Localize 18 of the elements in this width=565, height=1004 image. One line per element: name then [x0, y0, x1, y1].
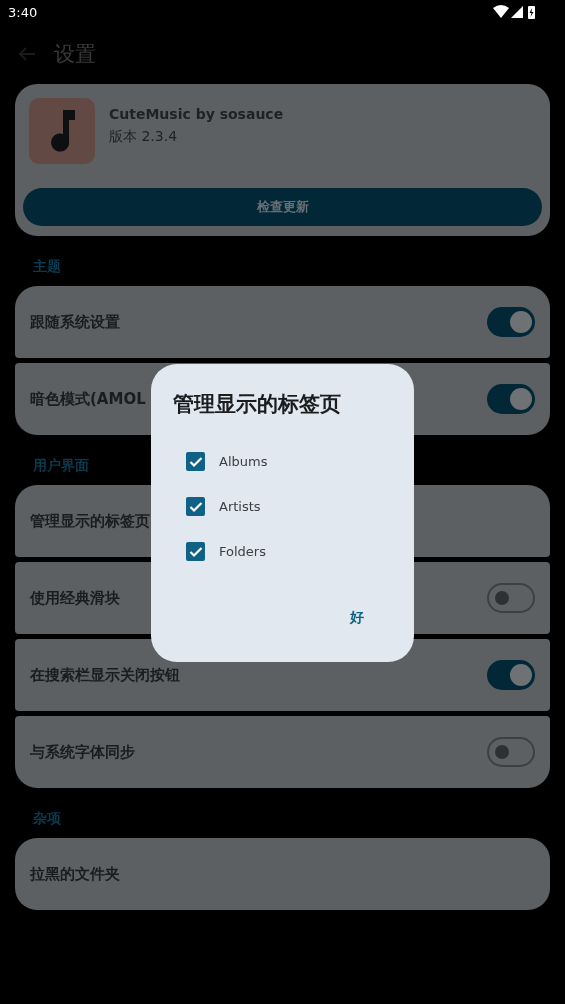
- option-label: Folders: [219, 544, 266, 559]
- row-label: 跟随系统设置: [30, 312, 120, 332]
- app-name: CuteMusic by sosauce: [109, 106, 284, 122]
- row-label: 管理显示的标签页: [30, 511, 150, 531]
- row-label: 与系统字体同步: [30, 742, 135, 762]
- option-label: Artists: [219, 499, 261, 514]
- dialog-title: 管理显示的标签页: [173, 391, 342, 418]
- status-time: 3:40: [8, 4, 38, 20]
- section-header: 用户界面: [33, 457, 89, 475]
- page-title: 设置: [54, 41, 96, 68]
- row-label: 在搜索栏显示关闭按钮: [30, 665, 180, 685]
- row-label: 暗色模式(AMOL: [30, 389, 146, 409]
- app-version: 版本 2.3.4: [109, 128, 179, 146]
- section-header: 主题: [33, 258, 61, 276]
- row-label: 使用经典滑块: [30, 588, 120, 608]
- section-header: 杂项: [33, 810, 61, 828]
- row-label: 拉黑的文件夹: [30, 864, 120, 884]
- option-label: Albums: [219, 454, 268, 469]
